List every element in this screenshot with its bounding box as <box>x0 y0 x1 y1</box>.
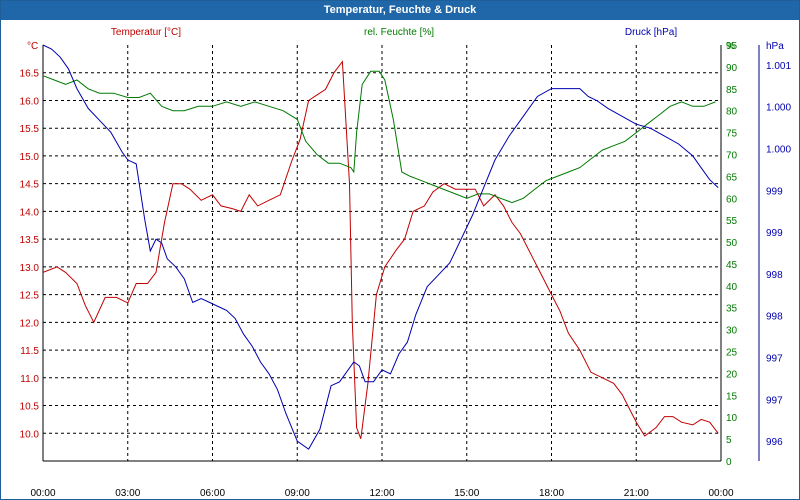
humidity-tick-label: 65 <box>726 172 738 183</box>
temperature-tick-label: 16.0 <box>20 96 40 107</box>
temperature-tick-label: 12.5 <box>20 291 40 302</box>
tick-labels: 00:0018.10.1903:0018.10.1906:0018.10.190… <box>20 41 792 499</box>
humidity-tick-label: 45 <box>726 260 738 271</box>
pressure-tick-label: 998 <box>766 270 783 281</box>
temperature-tick-label: 11.0 <box>20 374 39 385</box>
temperature-tick-label: 16.5 <box>20 69 40 80</box>
temperature-unit: °C <box>27 41 38 52</box>
humidity-tick-label: 55 <box>726 216 738 227</box>
grid <box>42 45 760 462</box>
humidity-tick-label: 80 <box>726 107 738 118</box>
legend-temperature: Temperatur [°C] <box>111 27 181 38</box>
chart-window: Temperatur, Feuchte & Druck Temperatur [… <box>0 0 800 500</box>
pressure-tick-label: 1.000 <box>766 144 791 155</box>
x-tick-time: 21:00 <box>624 488 649 499</box>
humidity-tick-label: 40 <box>726 282 738 293</box>
temperature-tick-label: 13.5 <box>20 235 40 246</box>
temperature-tick-label: 14.0 <box>20 207 40 218</box>
series-lines <box>42 44 719 450</box>
series-line-temperature <box>42 60 719 439</box>
humidity-tick-label: 60 <box>726 194 738 205</box>
humidity-tick-label: 25 <box>726 348 738 359</box>
x-tick-time: 03:00 <box>115 488 140 499</box>
x-tick-time: 06:00 <box>200 488 225 499</box>
pressure-tick-label: 999 <box>766 186 783 197</box>
humidity-tick-label: 95 <box>726 41 738 52</box>
humidity-tick-label: 50 <box>726 238 738 249</box>
legend-pressure: Druck [hPa] <box>625 27 677 38</box>
temperature-tick-label: 14.5 <box>20 180 40 191</box>
humidity-tick-label: 20 <box>726 369 738 380</box>
pressure-tick-label: 997 <box>766 395 783 406</box>
series-line-pressure <box>42 44 719 450</box>
series-line-humidity <box>42 70 716 204</box>
pressure-tick-label: 997 <box>766 354 783 365</box>
legend-humidity: rel. Feuchte [%] <box>364 27 434 38</box>
pressure-tick-label: 1.001 <box>766 61 791 72</box>
humidity-tick-label: 35 <box>726 304 738 315</box>
humidity-tick-label: 15 <box>726 391 738 402</box>
x-tick-time: 15:00 <box>454 488 479 499</box>
pressure-tick-label: 996 <box>766 437 783 448</box>
temperature-tick-label: 13.0 <box>20 263 40 274</box>
x-tick-time: 00:00 <box>30 488 55 499</box>
humidity-tick-label: 5 <box>726 435 732 446</box>
humidity-tick-label: 10 <box>726 413 738 424</box>
temperature-tick-label: 10.5 <box>20 402 40 413</box>
pressure-tick-label: 999 <box>766 228 783 239</box>
temperature-tick-label: 10.0 <box>20 429 40 440</box>
temperature-tick-label: 15.5 <box>20 124 40 135</box>
chart-canvas: Temperatur [°C] rel. Feuchte [%] Druck [… <box>20 27 792 499</box>
x-tick-time: 00:00 <box>708 488 733 499</box>
window-title: Temperatur, Feuchte & Druck <box>1 1 799 20</box>
x-tick-time: 09:00 <box>285 488 310 499</box>
pressure-tick-label: 998 <box>766 312 783 323</box>
temperature-tick-label: 11.5 <box>20 346 39 357</box>
humidity-tick-label: 30 <box>726 326 738 337</box>
temperature-tick-label: 15.0 <box>20 152 40 163</box>
humidity-tick-label: 70 <box>726 150 738 161</box>
x-tick-time: 18:00 <box>539 488 564 499</box>
humidity-tick-label: 90 <box>726 63 738 74</box>
pressure-tick-label: 1.000 <box>766 103 791 114</box>
humidity-tick-label: 75 <box>726 129 738 140</box>
humidity-tick-label: 85 <box>726 85 738 96</box>
x-tick-time: 12:00 <box>369 488 394 499</box>
pressure-unit: hPa <box>766 41 784 52</box>
temperature-tick-label: 12.0 <box>20 318 40 329</box>
humidity-tick-label: 0 <box>726 457 732 468</box>
